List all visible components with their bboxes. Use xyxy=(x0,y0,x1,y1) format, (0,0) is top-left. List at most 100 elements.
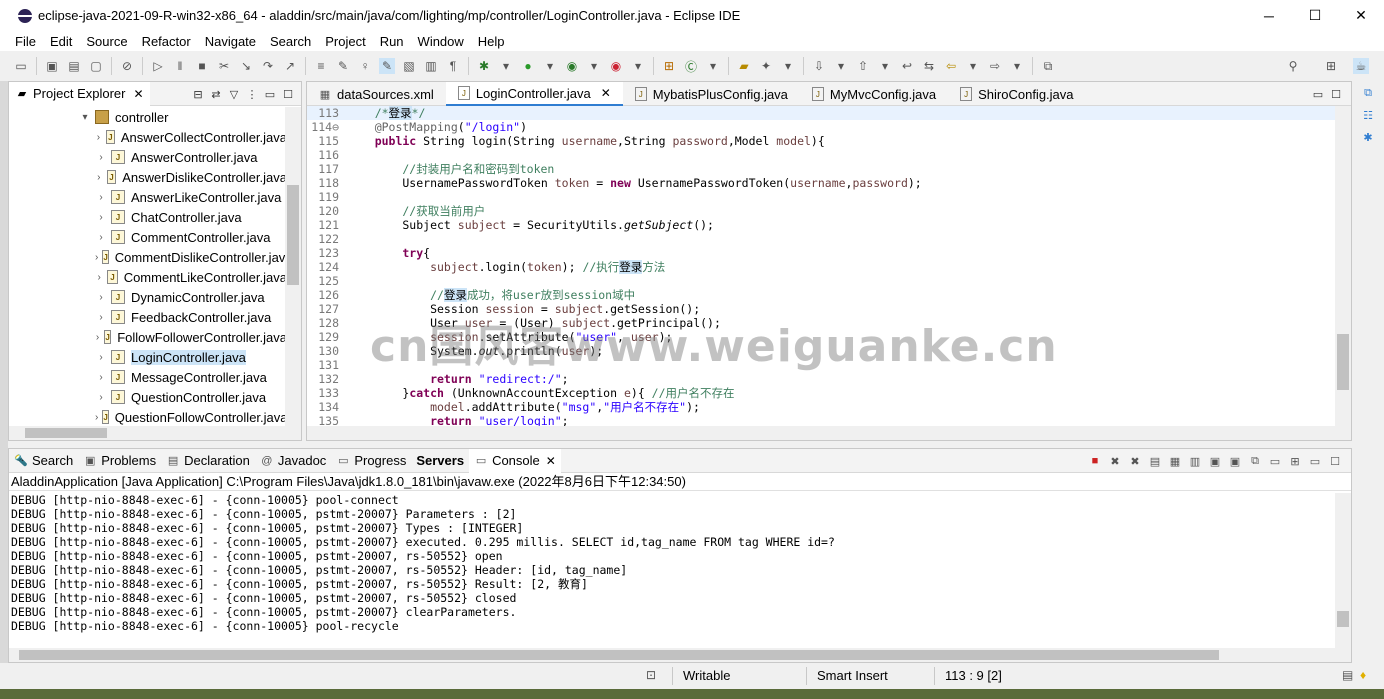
outline-icon[interactable]: ☷ xyxy=(1360,109,1376,125)
tree-file-row[interactable]: › J AnswerCollectController.java xyxy=(9,127,287,147)
chevron-right-icon[interactable]: › xyxy=(95,152,107,163)
dropdown-icon[interactable]: ▾ xyxy=(630,58,646,74)
remove-launch-icon[interactable]: ✖ xyxy=(1105,452,1125,470)
chevron-right-icon[interactable]: › xyxy=(95,252,98,263)
scrollbar-thumb[interactable] xyxy=(19,650,1219,660)
new-icon[interactable]: ▭ xyxy=(13,58,29,74)
dropdown-icon[interactable]: ▾ xyxy=(780,58,796,74)
pin-console-icon[interactable]: ⧉ xyxy=(1245,452,1265,470)
coverage-icon[interactable]: ◉ xyxy=(564,58,580,74)
previous-annotation-icon[interactable]: ⇧ xyxy=(855,58,871,74)
menu-navigate[interactable]: Navigate xyxy=(198,34,263,49)
chevron-right-icon[interactable]: › xyxy=(95,272,103,283)
minimize-view-icon[interactable]: ▭ xyxy=(1305,452,1325,470)
tree-file-row[interactable]: › J FollowFollowerController.java xyxy=(9,327,287,347)
save-icon[interactable]: ▣ xyxy=(44,58,60,74)
open-type-icon[interactable]: ♀ xyxy=(357,58,373,74)
tree-file-row[interactable]: › J MessageController.java xyxy=(9,367,287,387)
editor-text-area[interactable]: 113 /*登录*/114⊖ @PostMapping("/login") 115… xyxy=(307,106,1337,426)
dropdown-icon[interactable]: ▾ xyxy=(498,58,514,74)
tree-file-row[interactable]: › J CommentDislikeController.java xyxy=(9,247,287,267)
chevron-right-icon[interactable]: › xyxy=(95,292,107,303)
terminate-icon[interactable]: ■ xyxy=(1085,452,1105,470)
collapse-all-icon[interactable]: ⊟ xyxy=(189,85,207,103)
back-forward-icon[interactable]: ⇆ xyxy=(921,58,937,74)
skip-breakpoints-icon[interactable]: ⊘ xyxy=(119,58,135,74)
editor-tab[interactable]: J MyMvcConfig.java xyxy=(800,82,948,106)
show-console-stderr-icon[interactable]: ▣ xyxy=(1225,452,1245,470)
word-wrap-icon[interactable]: ▥ xyxy=(423,58,439,74)
tree-file-row[interactable]: › J QuestionFollowController.java xyxy=(9,407,287,427)
dropdown-icon[interactable]: ▾ xyxy=(542,58,558,74)
menu-source[interactable]: Source xyxy=(79,34,134,49)
editor-vertical-scrollbar[interactable] xyxy=(1335,106,1351,426)
scrollbar-thumb[interactable] xyxy=(25,428,107,438)
tree-file-row[interactable]: › J AnswerLikeController.java xyxy=(9,187,287,207)
tip-icon[interactable]: ♦ xyxy=(1360,668,1378,682)
show-whitespace-icon[interactable]: ¶ xyxy=(445,58,461,74)
disconnect-icon[interactable]: ✂ xyxy=(216,58,232,74)
menu-run[interactable]: Run xyxy=(373,34,411,49)
link-with-editor-icon[interactable]: ⇄ xyxy=(207,85,225,103)
remove-all-launches-icon[interactable]: ✖ xyxy=(1125,452,1145,470)
editor-tab[interactable]: J LoginController.java ✕ xyxy=(445,82,623,106)
open-folder-icon[interactable]: ▰ xyxy=(736,58,752,74)
new-java-project-icon[interactable]: ⊞ xyxy=(661,58,677,74)
block-selection-icon[interactable]: ▧ xyxy=(401,58,417,74)
dropdown-icon[interactable]: ▾ xyxy=(965,58,981,74)
chevron-right-icon[interactable]: › xyxy=(95,372,107,383)
chevron-right-icon[interactable]: › xyxy=(95,392,107,403)
chevron-right-icon[interactable]: › xyxy=(95,412,98,423)
status-insert-mode[interactable]: Smart Insert xyxy=(817,668,888,683)
format-icon[interactable]: ≡ xyxy=(313,58,329,74)
scrollbar-thumb[interactable] xyxy=(287,185,299,285)
editor-tab[interactable]: J MybatisPlusConfig.java xyxy=(623,82,800,106)
maximize-view-icon[interactable]: ☐ xyxy=(279,85,297,103)
minimize-button[interactable]: ─ xyxy=(1246,0,1292,31)
close-icon[interactable]: ✕ xyxy=(133,87,143,101)
menu-refactor[interactable]: Refactor xyxy=(135,34,198,49)
dropdown-icon[interactable]: ▾ xyxy=(877,58,893,74)
copy-icon[interactable]: ▤ xyxy=(1145,452,1165,470)
scrollbar-thumb[interactable] xyxy=(1337,334,1349,390)
close-icon[interactable]: ✕ xyxy=(601,86,611,100)
tree-file-row[interactable]: › J AnswerController.java xyxy=(9,147,287,167)
tree-file-row[interactable]: › J DynamicController.java xyxy=(9,287,287,307)
restore-icon[interactable]: ⧉ xyxy=(1360,87,1376,103)
explorer-horizontal-scrollbar[interactable] xyxy=(9,426,301,440)
display-console-icon[interactable]: ▭ xyxy=(1265,452,1285,470)
open-console-icon[interactable]: ⊞ xyxy=(1285,452,1305,470)
open-perspective-icon[interactable]: ⊞ xyxy=(1323,58,1339,74)
console-vertical-scrollbar[interactable] xyxy=(1335,493,1351,649)
next-annotation-icon[interactable]: ⇩ xyxy=(811,58,827,74)
filter-icon[interactable]: ▽ xyxy=(225,85,243,103)
tree-file-row[interactable]: › J FeedbackController.java xyxy=(9,307,287,327)
editor-tab[interactable]: ▦ dataSources.xml xyxy=(307,82,446,106)
menu-search[interactable]: Search xyxy=(263,34,318,49)
chevron-right-icon[interactable]: › xyxy=(95,192,107,203)
tree-file-row[interactable]: › J CommentLikeController.java xyxy=(9,267,287,287)
chevron-right-icon[interactable]: › xyxy=(95,132,102,143)
view-menu-icon[interactable]: ⋮ xyxy=(243,85,261,103)
chevron-right-icon[interactable]: › xyxy=(95,332,100,343)
step-return-icon[interactable]: ↗ xyxy=(282,58,298,74)
close-icon[interactable]: ✕ xyxy=(546,454,556,468)
dropdown-icon[interactable]: ▾ xyxy=(586,58,602,74)
tab-progress[interactable]: ▭ Progress xyxy=(331,449,411,473)
editor-horizontal-scrollbar[interactable] xyxy=(307,426,1351,440)
maximize-view-icon[interactable]: ☐ xyxy=(1325,452,1345,470)
menu-file[interactable]: File xyxy=(8,34,43,49)
tree-file-row[interactable]: › J QuestionController.java xyxy=(9,387,287,407)
menu-project[interactable]: Project xyxy=(318,34,372,49)
dropdown-icon[interactable]: ▾ xyxy=(1009,58,1025,74)
chevron-down-icon[interactable]: ▾ xyxy=(79,112,91,123)
maximize-view-icon[interactable]: ☐ xyxy=(1327,85,1345,103)
chevron-right-icon[interactable]: › xyxy=(95,172,103,183)
chevron-right-icon[interactable]: › xyxy=(95,352,107,363)
menu-window[interactable]: Window xyxy=(411,34,471,49)
tab-project-explorer[interactable]: ▰ Project Explorer ✕ xyxy=(9,81,150,106)
terminate-icon[interactable]: ■ xyxy=(194,58,210,74)
tree-file-row[interactable]: › J LoginController.java xyxy=(9,347,287,367)
debug-icon[interactable]: ✱ xyxy=(476,58,492,74)
console-output[interactable]: DEBUG [http-nio-8848-exec-6] - {conn-100… xyxy=(9,493,1335,643)
